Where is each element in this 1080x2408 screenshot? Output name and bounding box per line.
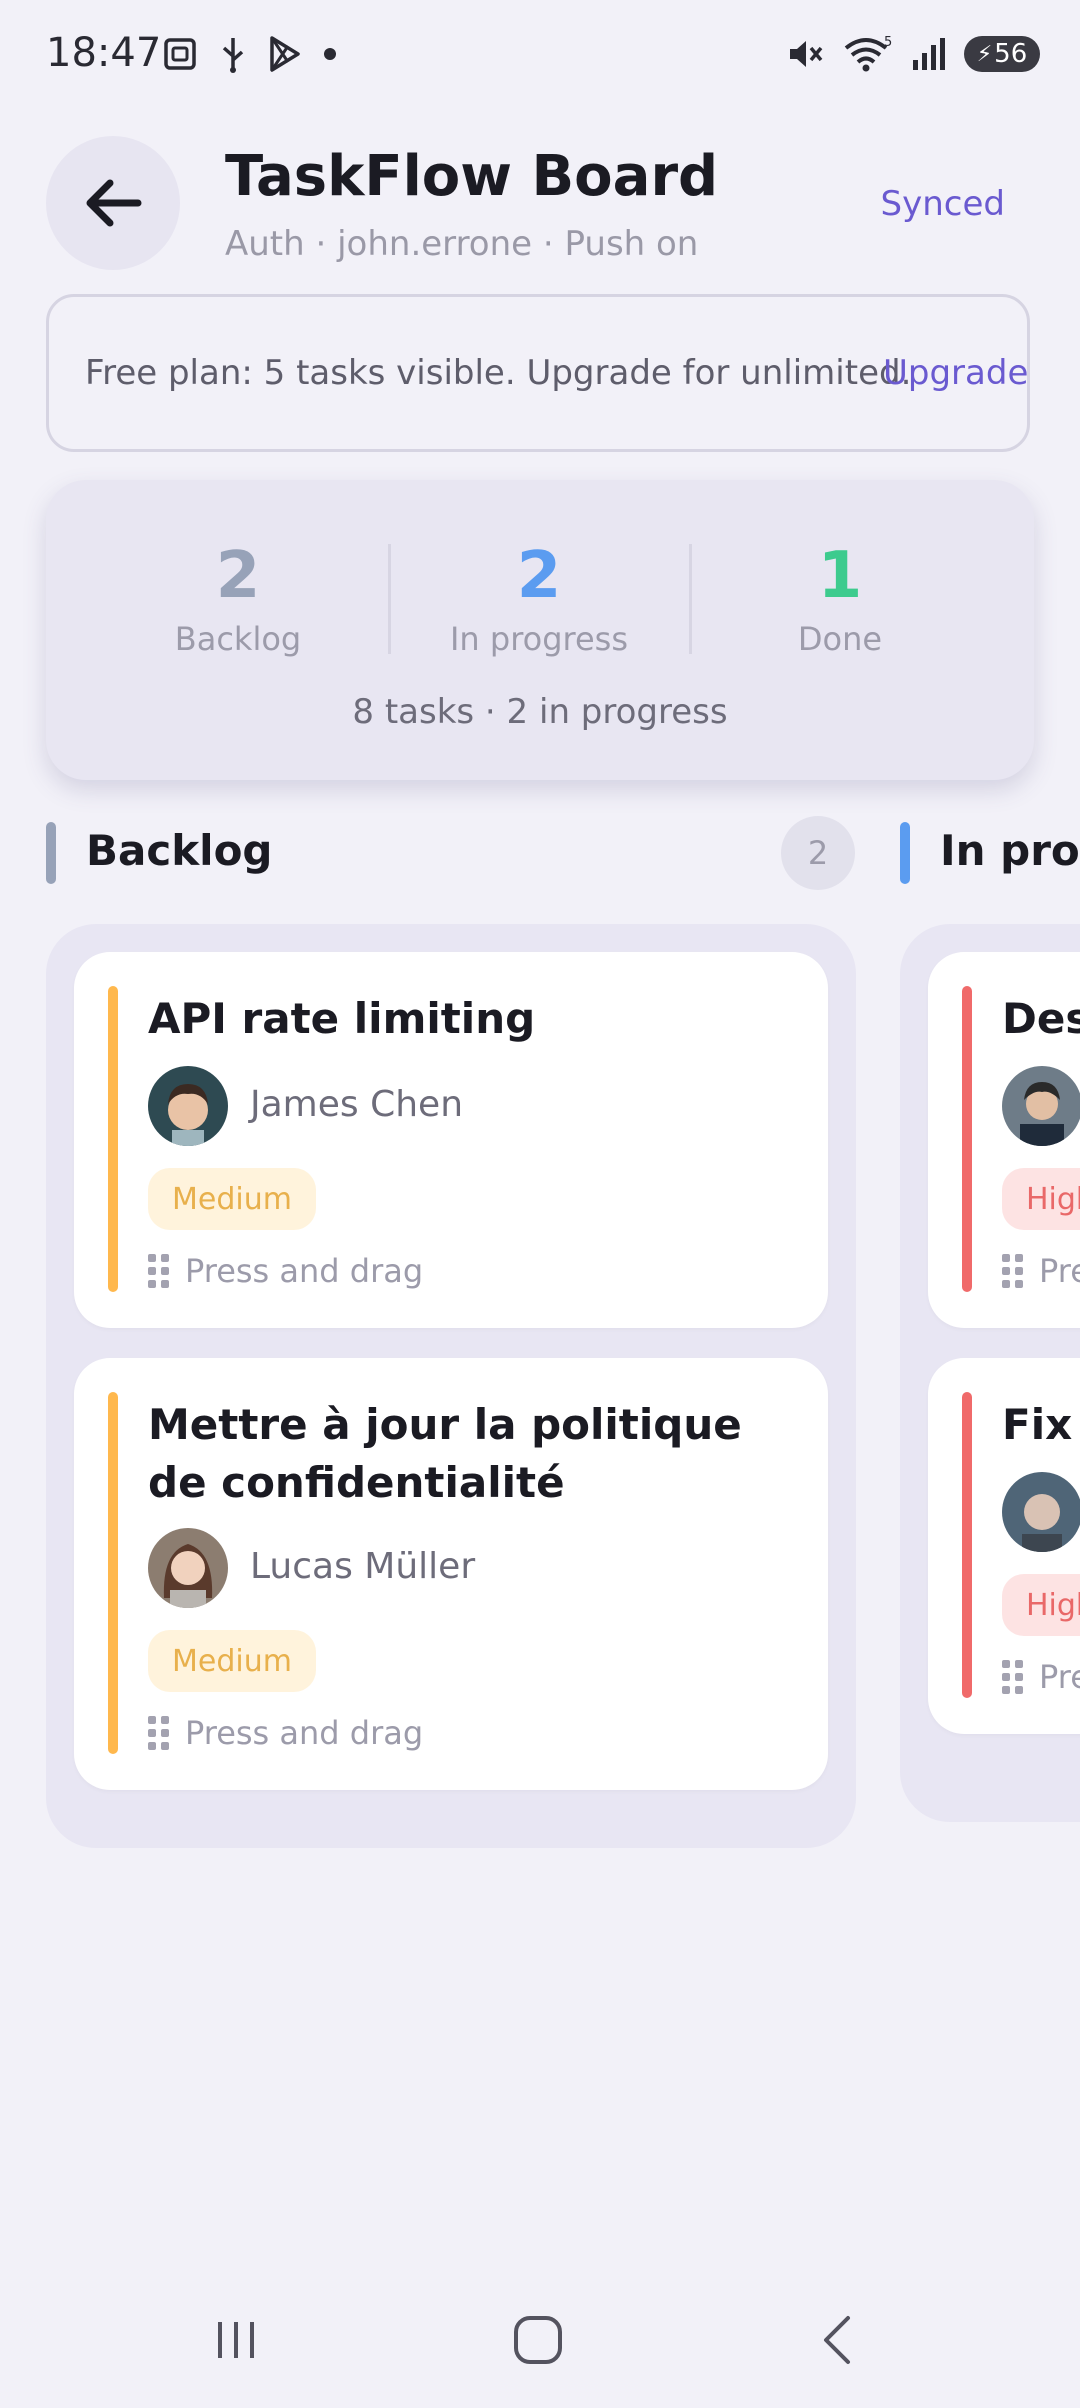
drag-hint[interactable]: Pre	[1002, 1252, 1080, 1290]
drag-handle-icon	[1002, 1254, 1023, 1288]
stats-summary: 8 tasks · 2 in progress	[352, 692, 728, 732]
drag-hint-label: Press and drag	[185, 1252, 424, 1290]
stat-in-progress-label: In progress	[449, 620, 629, 658]
stat-done-label: Done	[797, 620, 883, 658]
wifi-icon: 5	[844, 35, 892, 72]
drag-handle-icon	[148, 1254, 169, 1288]
drag-hint-label: Pre	[1039, 1252, 1080, 1290]
play-store-icon	[270, 36, 300, 72]
dot-icon	[324, 48, 336, 60]
system-back-button[interactable]	[780, 2290, 900, 2390]
battery-level: 56	[994, 39, 1028, 69]
drag-hint-label: Press and drag	[185, 1714, 424, 1752]
page-subtitle: Auth · john.errone · Push on	[225, 224, 699, 264]
upgrade-link[interactable]: Upgrade	[883, 353, 1027, 393]
stat-backlog: 2 Backlog	[88, 540, 388, 658]
system-nav-bar	[0, 2290, 1080, 2390]
priority-accent-bar	[108, 1392, 118, 1754]
drag-hint[interactable]: Press and drag	[148, 1714, 423, 1752]
stat-in-progress-value: 2	[516, 539, 562, 613]
status-bar: 18:47 5 ⚡ 56	[0, 0, 1080, 110]
home-button[interactable]	[478, 2290, 598, 2390]
plan-banner-text: Free plan: 5 tasks visible. Upgrade for …	[85, 353, 912, 393]
stat-done-value: 1	[817, 539, 863, 613]
avatar	[1002, 1472, 1080, 1552]
sync-status[interactable]: Synced	[881, 184, 1005, 224]
svg-text:5: 5	[884, 35, 892, 50]
arrow-left-icon	[86, 179, 142, 227]
mute-icon	[790, 41, 823, 67]
column-in-progress-viewport: Des High Pre Fix p High Pre	[900, 924, 1080, 1824]
task-title: API rate limiting	[148, 994, 536, 1043]
drag-hint[interactable]: Press and drag	[148, 1252, 423, 1290]
recent-apps-button[interactable]	[176, 2290, 296, 2390]
priority-badge: High	[1002, 1168, 1080, 1230]
back-button[interactable]	[46, 136, 180, 270]
priority-accent-bar	[962, 1392, 972, 1698]
drag-handle-icon	[1002, 1660, 1023, 1694]
task-title: Fix p	[1002, 1400, 1080, 1449]
avatar	[1002, 1066, 1080, 1146]
drag-handle-icon	[148, 1716, 169, 1750]
column-accent-bar	[46, 822, 56, 884]
priority-accent-bar	[108, 986, 118, 1292]
stats-card: 2 Backlog 2 In progress 1 Done 8 tasks ·…	[46, 480, 1034, 780]
stat-backlog-value: 2	[215, 539, 261, 613]
column-header-in-progress: In progress	[900, 820, 1080, 890]
task-assignee: Lucas Müller	[250, 1546, 476, 1587]
column-title: In progress	[940, 826, 1080, 875]
status-time: 18:47	[46, 30, 162, 76]
task-card[interactable]: Fix p High Pre	[928, 1358, 1080, 1734]
task-card[interactable]: Mettre à jour la politique de confidenti…	[74, 1358, 828, 1790]
avatar	[148, 1066, 228, 1146]
recent-apps-icon	[218, 2322, 254, 2358]
column-header-backlog: Backlog 2	[46, 816, 856, 890]
task-title: Mettre à jour la politique de confidenti…	[148, 1400, 742, 1507]
drag-hint-label: Pre	[1039, 1658, 1080, 1696]
priority-badge: Medium	[148, 1168, 316, 1230]
stat-done: 1 Done	[690, 540, 990, 658]
task-assignee: James Chen	[250, 1084, 464, 1125]
avatar	[148, 1528, 228, 1608]
chevron-left-icon	[824, 2316, 850, 2364]
column-count-badge: 2	[781, 816, 855, 890]
home-icon	[514, 2316, 562, 2364]
stat-backlog-label: Backlog	[174, 620, 302, 658]
priority-badge: Medium	[148, 1630, 316, 1692]
task-title: Des	[1002, 994, 1080, 1043]
usb-icon	[222, 38, 244, 73]
screenshot-icon	[164, 38, 196, 70]
column-title: Backlog	[86, 826, 273, 875]
column-accent-bar	[900, 822, 910, 884]
stat-in-progress: 2 In progress	[389, 540, 689, 658]
priority-accent-bar	[962, 986, 972, 1292]
plan-banner: Free plan: 5 tasks visible. Upgrade for …	[46, 294, 1030, 452]
task-card[interactable]: API rate limiting James Chen Medium Pres…	[74, 952, 828, 1328]
battery-icon: ⚡ 56	[964, 36, 1040, 72]
signal-icon	[913, 38, 945, 70]
task-card[interactable]: Des High Pre	[928, 952, 1080, 1328]
priority-badge: High	[1002, 1574, 1080, 1636]
page-title: TaskFlow Board	[225, 144, 719, 209]
column-backlog: API rate limiting James Chen Medium Pres…	[46, 924, 856, 1848]
drag-hint[interactable]: Pre	[1002, 1658, 1080, 1696]
column-in-progress: Des High Pre Fix p High Pre	[900, 924, 1080, 1822]
